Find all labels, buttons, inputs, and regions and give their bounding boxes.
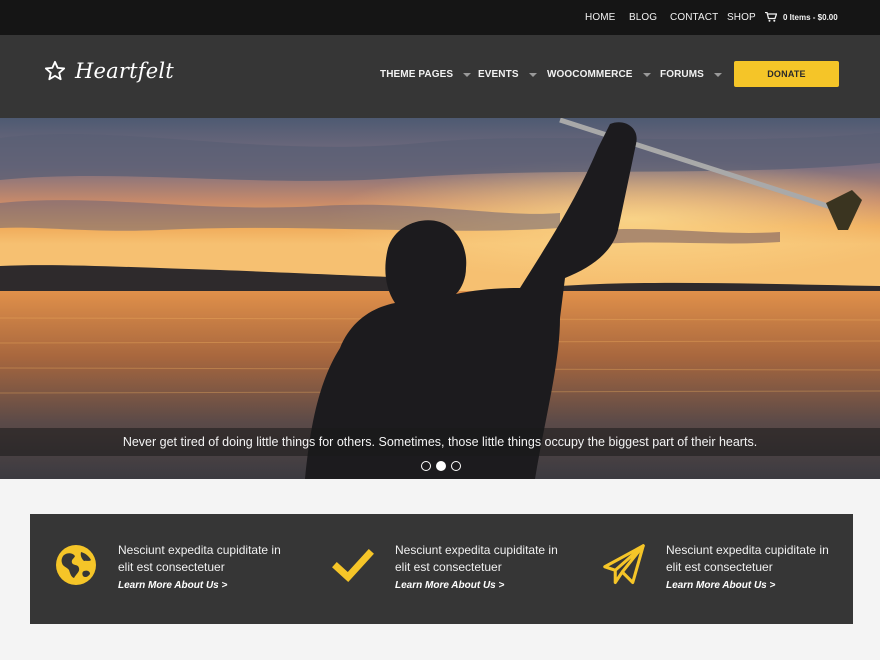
paper-plane-icon <box>603 544 645 585</box>
cart-summary: 0 Items - $0.00 <box>783 13 838 22</box>
topbar-link-blog[interactable]: BLOG <box>629 12 657 23</box>
feature-item: Nesciunt expedita cupiditate in elit est… <box>332 542 565 594</box>
site-header: Heartfelt THEME PAGES EVENTS WOOCOMMERCE… <box>0 35 880 118</box>
slide-dot-3[interactable] <box>451 461 461 471</box>
topbar-link-home[interactable]: HOME <box>585 12 615 23</box>
learn-more-link[interactable]: Learn More About Us > <box>118 577 288 594</box>
hero-slider: Never get tired of doing little things f… <box>0 118 880 479</box>
learn-more-link[interactable]: Learn More About Us > <box>395 577 565 594</box>
feature-description: Nesciunt expedita cupiditate in elit est… <box>666 543 829 574</box>
caret-down-icon <box>642 72 651 77</box>
nav-label: FORUMS <box>660 69 704 80</box>
slider-pagination <box>421 461 466 471</box>
caret-down-icon <box>713 72 722 77</box>
site-title: Heartfelt <box>75 59 174 83</box>
feature-description: Nesciunt expedita cupiditate in elit est… <box>395 543 558 574</box>
cart-icon <box>765 12 777 22</box>
topbar-link-contact[interactable]: CONTACT <box>670 12 718 23</box>
checkmark-icon <box>332 549 374 582</box>
learn-more-link[interactable]: Learn More About Us > <box>666 577 836 594</box>
donate-button[interactable]: DONATE <box>734 61 839 87</box>
slide-dot-1[interactable] <box>421 461 431 471</box>
caret-down-icon <box>463 72 472 77</box>
nav-woocommerce[interactable]: WOOCOMMERCE <box>547 69 651 80</box>
site-logo[interactable]: Heartfelt <box>44 59 174 83</box>
nav-label: THEME PAGES <box>380 69 454 80</box>
globe-icon <box>56 545 96 585</box>
utility-bar: HOME BLOG CONTACT SHOP 0 Items - $0.00 <box>0 0 880 35</box>
nav-events[interactable]: EVENTS <box>478 69 537 80</box>
nav-label: EVENTS <box>478 69 519 80</box>
hero-image <box>0 118 880 479</box>
feature-item: Nesciunt expedita cupiditate in elit est… <box>603 542 836 594</box>
nav-forums[interactable]: FORUMS <box>660 69 722 80</box>
nav-theme-pages[interactable]: THEME PAGES <box>380 69 472 80</box>
star-icon <box>44 60 66 81</box>
slide-caption-text: Never get tired of doing little things f… <box>122 435 758 449</box>
features-section: Nesciunt expedita cupiditate in elit est… <box>30 514 853 624</box>
cart-link[interactable]: 0 Items - $0.00 <box>765 12 838 22</box>
caret-down-icon <box>528 72 537 77</box>
nav-label: WOOCOMMERCE <box>547 69 633 80</box>
slide-caption: Never get tired of doing little things f… <box>0 428 880 456</box>
feature-item: Nesciunt expedita cupiditate in elit est… <box>55 542 288 594</box>
slide-dot-2[interactable] <box>436 461 446 471</box>
topbar-link-shop[interactable]: SHOP <box>727 12 756 23</box>
feature-description: Nesciunt expedita cupiditate in elit est… <box>118 543 281 574</box>
